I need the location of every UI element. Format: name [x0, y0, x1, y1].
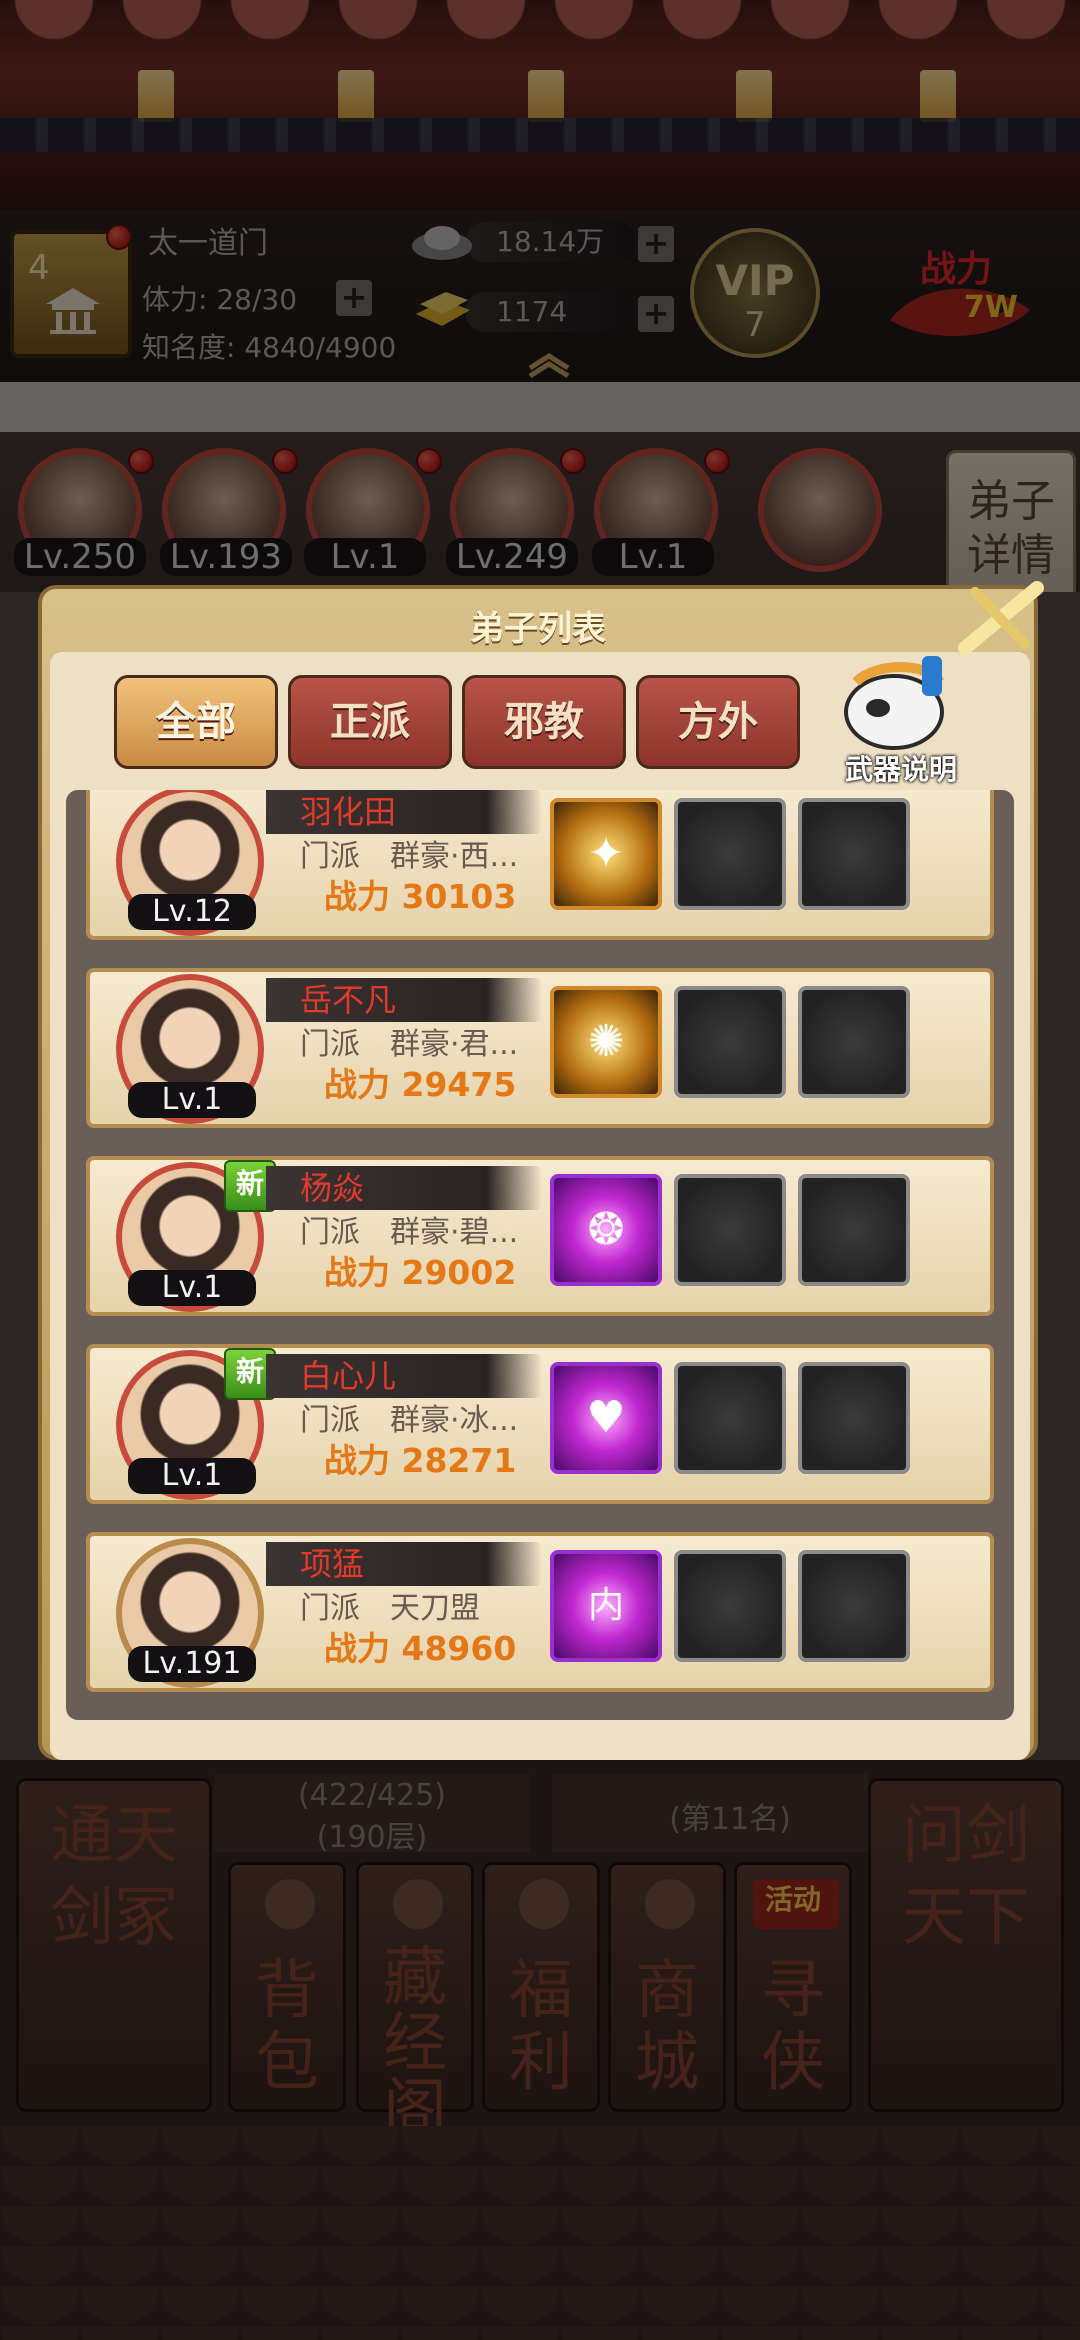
empty-weapon-slot[interactable] [798, 1174, 910, 1286]
empty-weapon-slot[interactable] [798, 1550, 910, 1662]
empty-weapon-slot[interactable] [674, 1174, 786, 1286]
disciple-power: 战力 28271 [324, 1441, 517, 1480]
dialog-title: 弟子列表 [470, 609, 606, 649]
tab-righteous[interactable]: 正派 [288, 675, 452, 769]
tab-all[interactable]: 全部 [114, 675, 278, 769]
disciple-level: Lv.12 [128, 894, 256, 930]
disciple-card[interactable]: Lv.191 项猛 门派 天刀盟 战力 48960 内 [86, 1532, 994, 1692]
heart-weapon-icon: ♥ [586, 1392, 626, 1443]
tab-evil-cult[interactable]: 邪教 [462, 675, 626, 769]
disciple-level: Lv.1 [128, 1270, 256, 1306]
close-icon[interactable] [955, 578, 1047, 660]
disciple-power: 战力 29002 [324, 1253, 517, 1292]
disciple-sect: 门派 群豪·碧... [300, 1215, 519, 1250]
panda-weapon-icon [844, 656, 945, 750]
disciple-level: Lv.191 [128, 1646, 256, 1682]
weapon-slot[interactable]: ✦ [550, 798, 662, 910]
disciple-sect: 门派 群豪·西... [300, 839, 519, 874]
disciple-sect: 门派 天刀盟 [300, 1591, 480, 1626]
empty-weapon-slot[interactable] [798, 798, 910, 910]
disciple-sect: 门派 群豪·君... [300, 1027, 519, 1062]
weapon-slot[interactable]: ✺ [550, 986, 662, 1098]
gold-weapon-icon: ✺ [587, 1016, 625, 1067]
empty-weapon-slot[interactable] [674, 986, 786, 1098]
disciple-card[interactable]: Lv.12 羽化田 门派 群豪·西... 战力 30103 ✦ [86, 790, 994, 940]
empty-weapon-slot[interactable] [798, 1362, 910, 1474]
disciple-name: 项猛 [300, 1545, 365, 1583]
disciple-name: 杨焱 [300, 1169, 365, 1207]
empty-weapon-slot[interactable] [798, 986, 910, 1098]
weapon-slot[interactable]: ❂ [550, 1174, 662, 1286]
disciple-name: 羽化田 [300, 793, 397, 831]
disciple-name: 岳不凡 [300, 981, 397, 1019]
disciple-list[interactable]: Lv.12 羽化田 门派 群豪·西... 战力 30103 ✦ Lv.1 岳不凡… [66, 790, 1014, 1720]
weapon-slot[interactable]: ♥ [550, 1362, 662, 1474]
empty-weapon-slot[interactable] [674, 1362, 786, 1474]
weapon-info-button[interactable]: 武器说明 [826, 652, 976, 790]
tab-outsider[interactable]: 方外 [636, 675, 800, 769]
disciple-power: 战力 48960 [324, 1629, 517, 1668]
disciple-card[interactable]: Lv.1 新 杨焱 门派 群豪·碧... 战力 29002 ❂ [86, 1156, 994, 1316]
gold-weapon-icon: ✦ [587, 828, 625, 879]
empty-weapon-slot[interactable] [674, 798, 786, 910]
disciple-name: 白心儿 [300, 1357, 397, 1395]
disciple-card[interactable]: Lv.1 新 白心儿 门派 群豪·冰... 战力 28271 ♥ [86, 1344, 994, 1504]
purple-weapon-icon: ❂ [587, 1204, 625, 1255]
purple-weapon-icon: 内 [587, 1585, 624, 1626]
disciple-sect: 门派 群豪·冰... [300, 1403, 519, 1438]
disciple-level: Lv.1 [128, 1458, 256, 1494]
weapon-info-label: 武器说明 [844, 753, 957, 786]
disciple-card[interactable]: Lv.1 岳不凡 门派 群豪·君... 战力 29475 ✺ [86, 968, 994, 1128]
disciple-power: 战力 29475 [324, 1065, 517, 1104]
weapon-slot[interactable]: 内 [550, 1550, 662, 1662]
disciple-power: 战力 30103 [324, 877, 517, 916]
empty-weapon-slot[interactable] [674, 1550, 786, 1662]
disciple-level: Lv.1 [128, 1082, 256, 1118]
